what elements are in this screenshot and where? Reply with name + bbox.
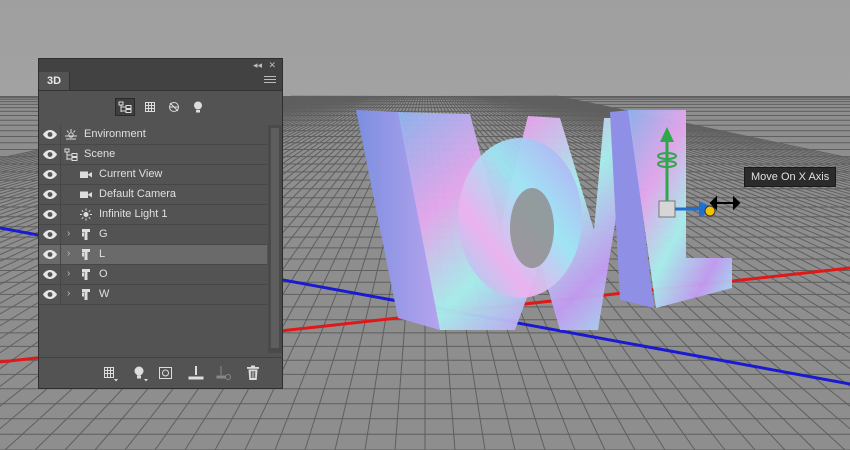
visibility-eye-icon[interactable]	[42, 209, 58, 220]
expand-chevron-icon[interactable]: ›	[67, 248, 70, 259]
visibility-eye-icon[interactable]	[42, 249, 58, 260]
mesh-icon	[79, 248, 93, 261]
layer-row[interactable]: › L	[39, 245, 267, 265]
layer-label: Infinite Light 1	[99, 208, 168, 220]
layer-label: W	[99, 288, 110, 300]
visibility-eye-icon[interactable]	[42, 229, 58, 240]
layer-label: Environment	[84, 128, 146, 140]
render-icon[interactable]	[215, 364, 233, 382]
mesh-icon	[79, 288, 93, 301]
visibility-eye-icon[interactable]	[42, 269, 58, 280]
mesh-icon	[79, 268, 93, 281]
layer-label: O	[99, 268, 108, 280]
visibility-eye-icon[interactable]	[42, 129, 58, 140]
light-icon	[79, 208, 93, 221]
drop-to-plane-icon[interactable]	[187, 364, 205, 382]
layer-label: Current View	[99, 168, 163, 180]
material-filter-icon[interactable]	[164, 98, 184, 116]
visibility-eye-icon[interactable]	[42, 169, 58, 180]
3d-panel: ◂◂ ✕ 3D Environment Scene Current View Defa…	[38, 58, 283, 389]
collapse-icon[interactable]: ◂◂	[253, 59, 262, 72]
new-material-icon[interactable]	[157, 364, 175, 382]
mesh-filter-icon[interactable]	[140, 98, 160, 116]
visibility-eye-icon[interactable]	[42, 149, 58, 160]
panel-bottom-toolbar	[39, 357, 282, 388]
visibility-eye-icon[interactable]	[42, 189, 58, 200]
light-filter-icon[interactable]	[188, 98, 208, 116]
filter-toolbar	[39, 91, 282, 123]
tab-3d[interactable]: 3D	[39, 72, 70, 90]
layer-row[interactable]: Current View	[39, 165, 267, 185]
layer-list-scrollbar[interactable]	[268, 125, 282, 353]
gizmo-center-cube[interactable]	[658, 200, 676, 218]
layer-row[interactable]: Default Camera	[39, 185, 267, 205]
close-icon[interactable]: ✕	[268, 59, 276, 72]
expand-chevron-icon[interactable]: ›	[67, 288, 70, 299]
panel-menu-icon[interactable]	[264, 74, 276, 86]
expand-chevron-icon[interactable]: ›	[67, 268, 70, 279]
tooltip: Move On X Axis	[744, 167, 837, 187]
layer-row[interactable]: Scene	[39, 145, 267, 165]
panel-titlebar[interactable]: ◂◂ ✕	[39, 59, 282, 73]
x-rotate-handle[interactable]	[704, 205, 716, 217]
environment-icon	[64, 128, 78, 141]
layer-label: Scene	[84, 148, 116, 160]
expand-chevron-icon[interactable]: ›	[67, 228, 70, 239]
layer-list: Environment Scene Current View Default Came…	[39, 125, 267, 305]
layer-row[interactable]: Infinite Light 1	[39, 205, 267, 225]
scene-icon	[64, 148, 78, 161]
camera-icon	[79, 168, 93, 181]
layer-row[interactable]: › O	[39, 265, 267, 285]
new-mesh-icon[interactable]	[101, 364, 119, 382]
trash-icon[interactable]	[244, 364, 262, 382]
layer-label: L	[99, 248, 106, 260]
visibility-eye-icon[interactable]	[42, 289, 58, 300]
layer-row[interactable]: › G	[39, 225, 267, 245]
layer-label: Default Camera	[99, 188, 177, 200]
mesh-icon	[79, 228, 93, 241]
new-light-icon[interactable]	[131, 364, 149, 382]
layer-row[interactable]: › W	[39, 285, 267, 305]
layer-label: G	[99, 228, 108, 240]
camera-icon	[79, 188, 93, 201]
scene-filter-icon[interactable]	[115, 98, 135, 116]
letter-o-hole	[510, 188, 554, 268]
layer-row[interactable]: Environment	[39, 125, 267, 145]
